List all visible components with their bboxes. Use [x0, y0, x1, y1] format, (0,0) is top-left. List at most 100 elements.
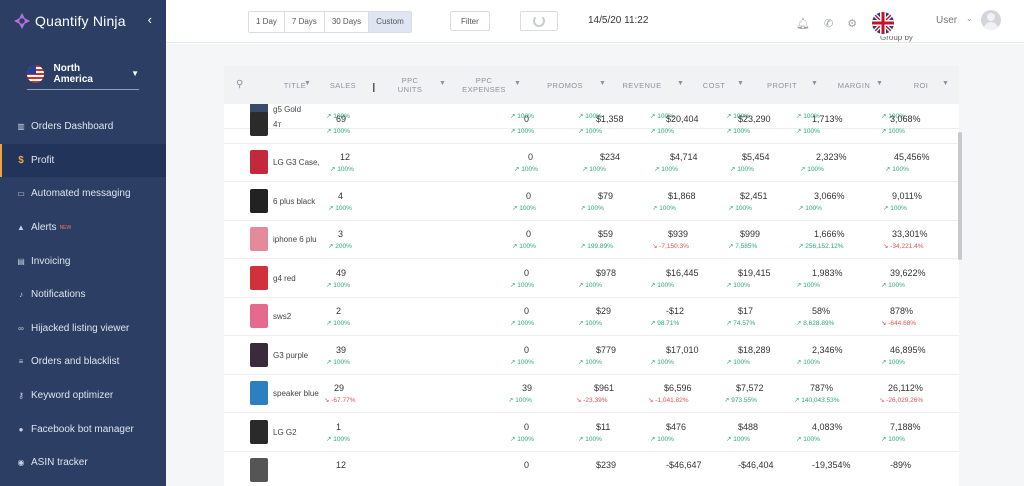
- product-title[interactable]: g4 red: [273, 274, 321, 283]
- change-percent: 100%: [585, 359, 602, 366]
- region-selector[interactable]: North America ▼: [27, 58, 139, 90]
- table-row[interactable]: G3 purple 39 ↗ 100% 0 ↗ 100% $779 ↗ 100% $17,01…: [224, 336, 959, 375]
- table-row[interactable]: LG G3 Case, 12 ↗ 100% 0 ↗ 100% $234 ↗ 100% $4,7…: [224, 143, 959, 182]
- app-logo[interactable]: Quantify Ninja ‹: [0, 0, 166, 42]
- table-header: ⚲ TITLE ▼ SALES PPC UNITS ▼ PPC EXPENSES ▼ PROM…: [224, 66, 959, 104]
- product-thumbnail[interactable]: [250, 381, 268, 405]
- change-percent: 100%: [733, 359, 750, 366]
- margin-change: ↗ 8,628.89%: [796, 319, 834, 327]
- sidebar-item-profit[interactable]: $ Profit: [0, 143, 166, 178]
- product-title[interactable]: G3 purple: [273, 351, 321, 360]
- sidebar-item-orders-dashboard[interactable]: ▥ Orders Dashboard: [0, 110, 166, 144]
- product-thumbnail[interactable]: [250, 304, 268, 328]
- product-thumbnail[interactable]: [250, 266, 268, 290]
- product-thumbnail[interactable]: [250, 343, 268, 367]
- product-thumbnail[interactable]: [250, 227, 268, 251]
- product-title[interactable]: speaker blue: [273, 389, 321, 398]
- sales-change: ↗ 100%: [326, 435, 350, 443]
- sidebar-item-notifications[interactable]: ♪ Notifications: [0, 278, 166, 312]
- search-icon[interactable]: ⚲: [236, 79, 243, 90]
- table-row[interactable]: 4т 69 ↗ 100% 0 ↗ 100% $1,358 ↗ 100% $20,404 ↗ 10…: [224, 105, 959, 144]
- sales-value: 69: [336, 114, 347, 124]
- uk-flag-icon[interactable]: [872, 12, 895, 34]
- group-by-label[interactable]: Group by: [880, 36, 913, 46]
- phone-icon[interactable]: ✆: [824, 17, 833, 30]
- sort-caret-icon[interactable]: ▼: [599, 80, 606, 87]
- sidebar-item-automated-messaging[interactable]: ▭ Automated messaging: [0, 177, 166, 211]
- column-header-revenue[interactable]: REVENUE: [617, 66, 667, 104]
- sort-caret-icon[interactable]: ▼: [811, 80, 818, 87]
- product-title[interactable]: iphone 6 plu: [273, 235, 321, 244]
- filter-button[interactable]: Filter: [450, 11, 490, 31]
- table-row[interactable]: 12 0 $239 -$46,647 -$46,404 -19,354% -89%: [224, 451, 959, 486]
- range-30-days-button[interactable]: 30 Days: [324, 12, 370, 32]
- datetime-display: 14/5/20 11:22: [588, 15, 649, 26]
- column-header-promos[interactable]: PROMOS: [540, 66, 590, 104]
- refresh-button[interactable]: [520, 11, 558, 31]
- product-thumbnail[interactable]: [250, 420, 268, 444]
- change-percent: 100%: [735, 205, 752, 212]
- change-percent: 100%: [657, 359, 674, 366]
- revenue-value: $779: [596, 345, 617, 355]
- column-header-ppc-expenses[interactable]: PPC EXPENSES: [460, 66, 508, 104]
- sort-caret-icon[interactable]: ▼: [514, 80, 521, 87]
- sidebar-item-hijacked-listing-viewer[interactable]: ∞ Hijacked listing viewer: [0, 312, 166, 346]
- gear-icon[interactable]: ⚙: [847, 17, 857, 30]
- sort-caret-icon[interactable]: ▼: [439, 80, 446, 87]
- sidebar-item-alerts[interactable]: ▲ Alerts NEW: [0, 211, 166, 245]
- sales-value: 49: [336, 268, 347, 278]
- range-custom-button[interactable]: Custom: [369, 12, 411, 32]
- column-header-cost[interactable]: COST: [696, 66, 732, 104]
- sort-caret-icon[interactable]: ▼: [876, 80, 883, 87]
- column-header-sales[interactable]: SALES: [320, 66, 366, 104]
- table-row[interactable]: speaker blue 29 ↘ -67.77% 39 ↗ 100% $961 ↘ -23…: [224, 374, 959, 413]
- sort-caret-icon[interactable]: ▼: [737, 80, 744, 87]
- column-header-margin[interactable]: MARGIN: [834, 66, 874, 104]
- table-row[interactable]: LG G2 1 ↗ 100% 0 ↗ 100% $11 ↗ 100% $476 ↗ 100% $4…: [224, 413, 959, 452]
- roi-value: 46,895%: [890, 345, 926, 355]
- column-header-roi[interactable]: ROI: [906, 66, 936, 104]
- sidebar-item-asin-tracker[interactable]: ◉ ASIN tracker: [0, 446, 166, 480]
- cost-value: $16,445: [666, 268, 699, 278]
- sort-caret-icon[interactable]: ▼: [942, 80, 949, 87]
- vertical-scrollbar[interactable]: [958, 132, 962, 260]
- list-icon: ≡: [18, 357, 24, 367]
- product-title[interactable]: sws2: [273, 312, 321, 321]
- product-title[interactable]: LG G3 Case,: [273, 158, 321, 167]
- sidebar-item-orders-and-blacklist[interactable]: ≡ Orders and blacklist: [0, 345, 166, 379]
- bell-icon[interactable]: 🔔︎: [796, 17, 810, 30]
- sidebar-item-invoicing[interactable]: ▤ Invoicing: [0, 244, 166, 278]
- product-title[interactable]: 4т: [273, 120, 321, 129]
- product-thumbnail[interactable]: [250, 189, 268, 213]
- product-title[interactable]: LG G2: [273, 428, 321, 437]
- table-row[interactable]: iphone 6 plu 3 ↗ 200% 0 ↗ 100% $59 ↗ 199.89% $9…: [224, 220, 959, 259]
- change-percent: 100%: [517, 320, 534, 327]
- promos-value: 0: [524, 114, 530, 124]
- sidebar-item-keyword-optimizer[interactable]: ⚷ Keyword optimizer: [0, 379, 166, 413]
- sales-value: 12: [340, 152, 351, 162]
- product-thumbnail[interactable]: [250, 458, 268, 482]
- change-percent: 100%: [659, 205, 676, 212]
- change-percent: -23.39%: [583, 397, 608, 404]
- table-row[interactable]: 6 plus black 4 ↗ 100% 0 ↗ 100% $79 ↗ 100% $1,86…: [224, 182, 959, 221]
- range-7-days-button[interactable]: 7 Days: [284, 12, 325, 32]
- profit-table: ⚲ TITLE ▼ SALES PPC UNITS ▼ PPC EXPENSES ▼ PROM…: [224, 66, 959, 486]
- chevron-left-icon[interactable]: ‹: [148, 12, 152, 27]
- sort-caret-icon[interactable]: ▼: [304, 80, 311, 87]
- table-row[interactable]: sws2 2 ↗ 100% 0 ↗ 100% $29 ↗ 100% -$12 ↗ 98.71% $…: [224, 297, 959, 336]
- product-thumbnail[interactable]: [250, 150, 268, 174]
- user-menu-label[interactable]: User: [936, 15, 957, 26]
- avatar[interactable]: [981, 10, 1001, 30]
- dollar-icon: $: [18, 154, 24, 166]
- change-percent: 100%: [585, 128, 602, 135]
- chevron-down-icon[interactable]: ⌄: [966, 14, 973, 23]
- table-row[interactable]: g4 red 49 ↗ 100% 0 ↗ 100% $978 ↗ 100% $16,445 ↗ …: [224, 259, 959, 298]
- revenue-change: ↗ 100%: [580, 204, 604, 212]
- sidebar-item-facebook-bot-manager[interactable]: ● Facebook bot manager: [0, 412, 166, 446]
- product-title[interactable]: 6 plus black: [273, 197, 321, 206]
- column-header-ppc-units[interactable]: PPC UNITS: [390, 66, 430, 104]
- sort-caret-icon[interactable]: ▼: [677, 80, 684, 87]
- column-header-profit[interactable]: PROFIT: [762, 66, 802, 104]
- product-thumbnail[interactable]: [250, 112, 268, 136]
- range-1-day-button[interactable]: 1 Day: [249, 12, 285, 32]
